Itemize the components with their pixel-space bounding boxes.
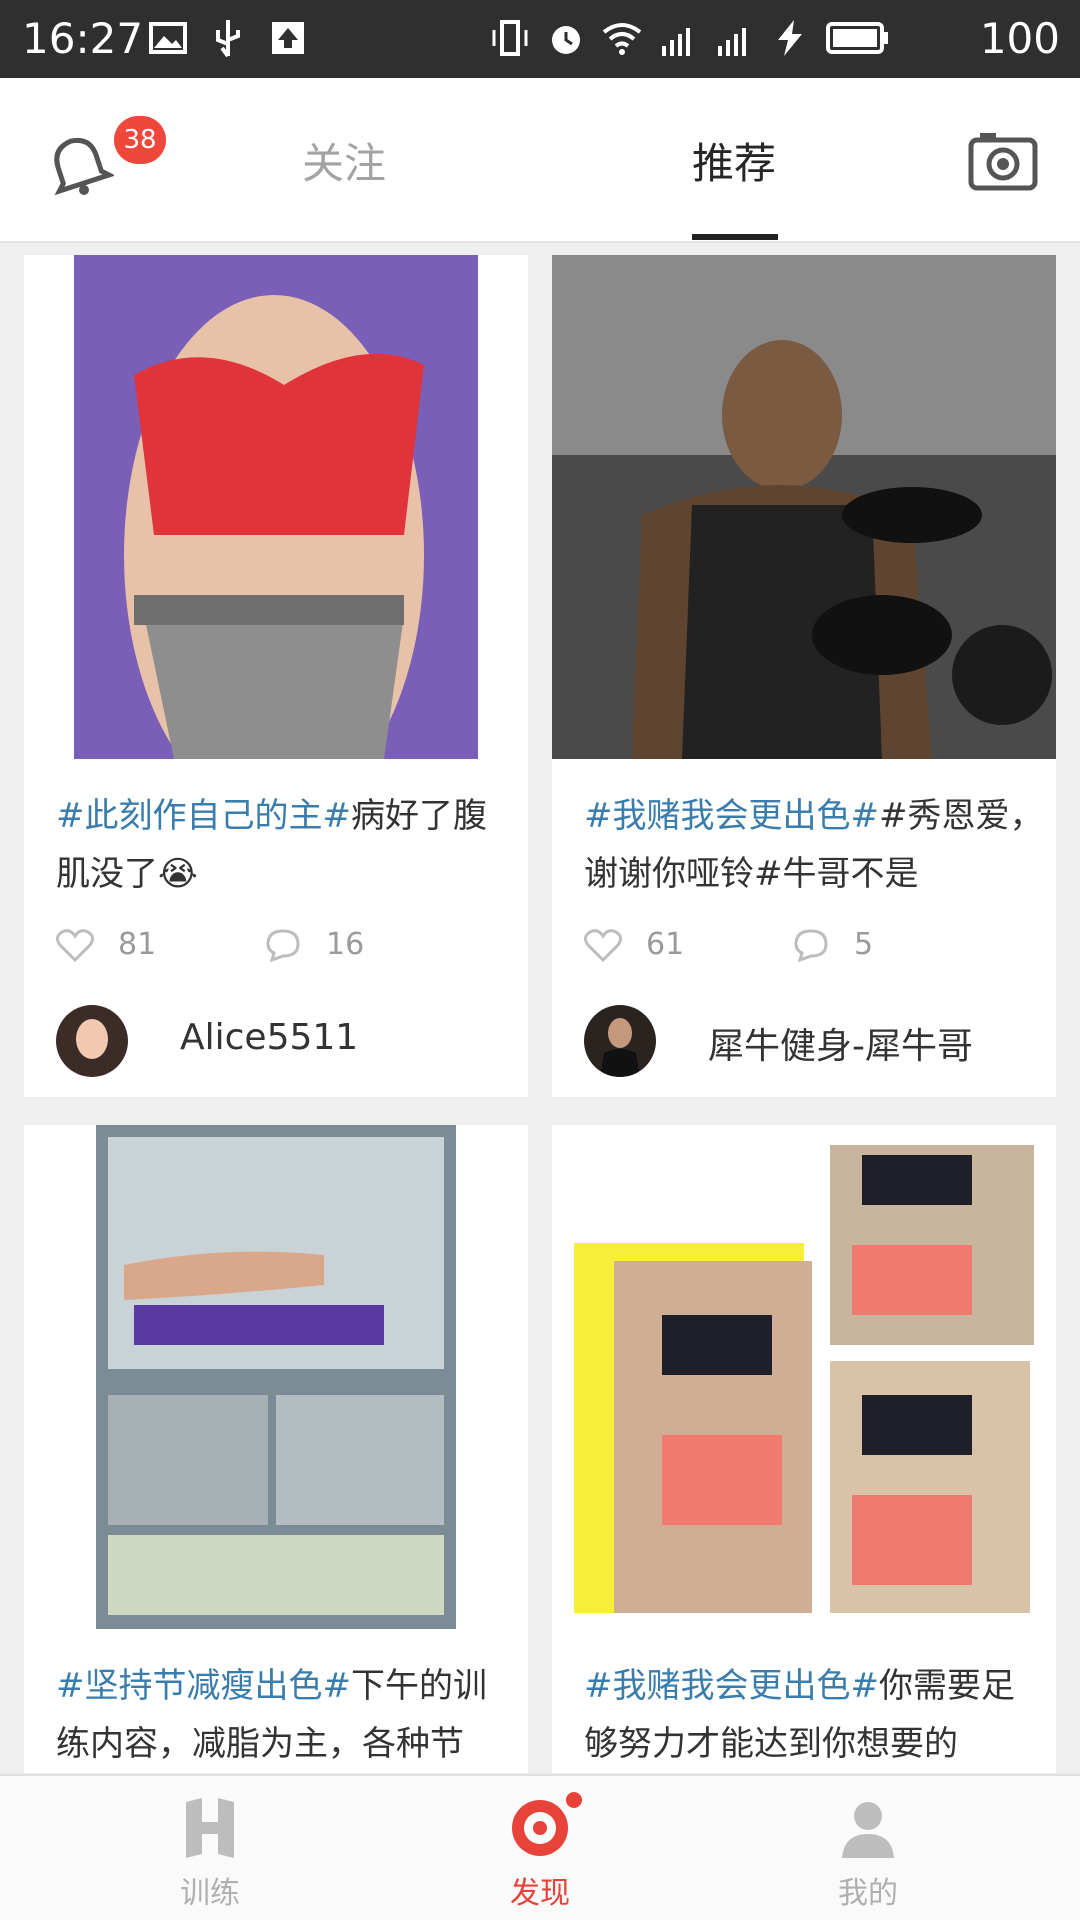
signal-icon: [714, 18, 754, 58]
vibrate-icon: [490, 18, 530, 58]
like-count: 61: [646, 927, 685, 962]
top-header: 38 关注 推荐: [0, 78, 1080, 243]
nav-mine[interactable]: 我的: [808, 1796, 928, 1912]
post-author[interactable]: 犀牛健身-犀牛哥: [584, 1001, 1044, 1081]
status-left-icons: [148, 18, 308, 58]
heart-icon: [584, 928, 622, 962]
nav-label: 发现: [510, 1876, 570, 1911]
train-icon: [178, 1796, 242, 1860]
status-time: 16:27: [22, 14, 144, 63]
feed-card[interactable]: #我赌我会更出色#你需要足够努力才能达到你想要的: [552, 1125, 1056, 1773]
comment-stat[interactable]: 5: [792, 927, 873, 962]
comment-stat[interactable]: 16: [264, 927, 364, 962]
post-image[interactable]: [552, 1125, 1056, 1629]
like-count: 81: [118, 927, 157, 962]
discover-icon: [508, 1792, 582, 1860]
post-caption: #我赌我会更出色##秀恩爱，谢谢你哑铃#牛哥不是: [584, 787, 1044, 903]
nav-train[interactable]: 训练: [150, 1796, 270, 1912]
post-hashtag[interactable]: #我赌我会更出色#: [584, 1666, 879, 1706]
comment-count: 16: [326, 927, 365, 962]
wifi-icon: [602, 18, 642, 58]
status-right-icons: [490, 18, 890, 58]
post-caption: #坚持节减瘦出色#下午的训练内容，减脂为主，各种节: [56, 1657, 516, 1773]
avatar[interactable]: [584, 1005, 656, 1077]
avatar[interactable]: [56, 1005, 128, 1077]
signal-4g-icon: [658, 18, 698, 58]
post-image[interactable]: [24, 255, 528, 759]
feed-card[interactable]: #我赌我会更出色##秀恩爱，谢谢你哑铃#牛哥不是 61 5 犀牛健身-犀牛哥: [552, 255, 1056, 1097]
comment-icon: [266, 928, 300, 962]
new-dot: [566, 1792, 582, 1808]
nav-label: 训练: [180, 1876, 240, 1911]
comment-icon: [794, 928, 828, 962]
camera-icon[interactable]: [968, 130, 1038, 192]
feed: #此刻作自己的主#病好了腹肌没了😭 81 16 Alice5511 #我赌我会更…: [0, 243, 1080, 1773]
active-tab-indicator: [692, 234, 778, 240]
post-caption: #此刻作自己的主#病好了腹肌没了😭: [56, 787, 516, 903]
notification-badge: 38: [114, 116, 166, 164]
battery-icon: [826, 18, 890, 58]
feed-card[interactable]: #坚持节减瘦出色#下午的训练内容，减脂为主，各种节: [24, 1125, 528, 1773]
like-stat[interactable]: 61: [584, 927, 684, 962]
post-author[interactable]: Alice5511: [56, 1001, 516, 1081]
profile-icon: [836, 1796, 900, 1860]
like-stat[interactable]: 81: [56, 927, 156, 962]
app-root: 16:27 100 38 关注 推荐 #此刻作自己的主#病好了腹肌没了😭 81 …: [0, 0, 1080, 1920]
bell-icon[interactable]: [44, 128, 116, 198]
post-image[interactable]: [552, 255, 1056, 759]
gallery-icon: [148, 18, 188, 58]
post-image[interactable]: [24, 1125, 528, 1629]
post-hashtag[interactable]: #我赌我会更出色#: [584, 796, 879, 836]
bottom-navigation: 训练 发现 我的: [0, 1774, 1080, 1920]
alarm-icon: [546, 18, 586, 58]
post-stats: 81 16: [56, 927, 516, 977]
heart-icon: [56, 928, 94, 962]
nav-discover[interactable]: 发现: [480, 1792, 600, 1912]
battery-level: 100: [979, 14, 1060, 63]
post-stats: 61 5: [584, 927, 1044, 977]
usb-icon: [208, 18, 248, 58]
charging-icon: [770, 18, 810, 58]
upload-icon: [268, 18, 308, 58]
username[interactable]: 犀牛健身-犀牛哥: [708, 1017, 973, 1069]
tab-recommend[interactable]: 推荐: [692, 130, 776, 191]
nav-label: 我的: [838, 1876, 898, 1911]
username[interactable]: Alice5511: [180, 1017, 358, 1058]
comment-count: 5: [854, 927, 874, 962]
tab-follow[interactable]: 关注: [302, 130, 386, 191]
post-caption: #我赌我会更出色#你需要足够努力才能达到你想要的: [584, 1657, 1044, 1773]
status-bar: 16:27 100: [0, 0, 1080, 78]
post-hashtag[interactable]: #此刻作自己的主#: [56, 796, 351, 836]
feed-card[interactable]: #此刻作自己的主#病好了腹肌没了😭 81 16 Alice5511: [24, 255, 528, 1097]
post-hashtag[interactable]: #坚持节减瘦出色#: [56, 1666, 351, 1706]
